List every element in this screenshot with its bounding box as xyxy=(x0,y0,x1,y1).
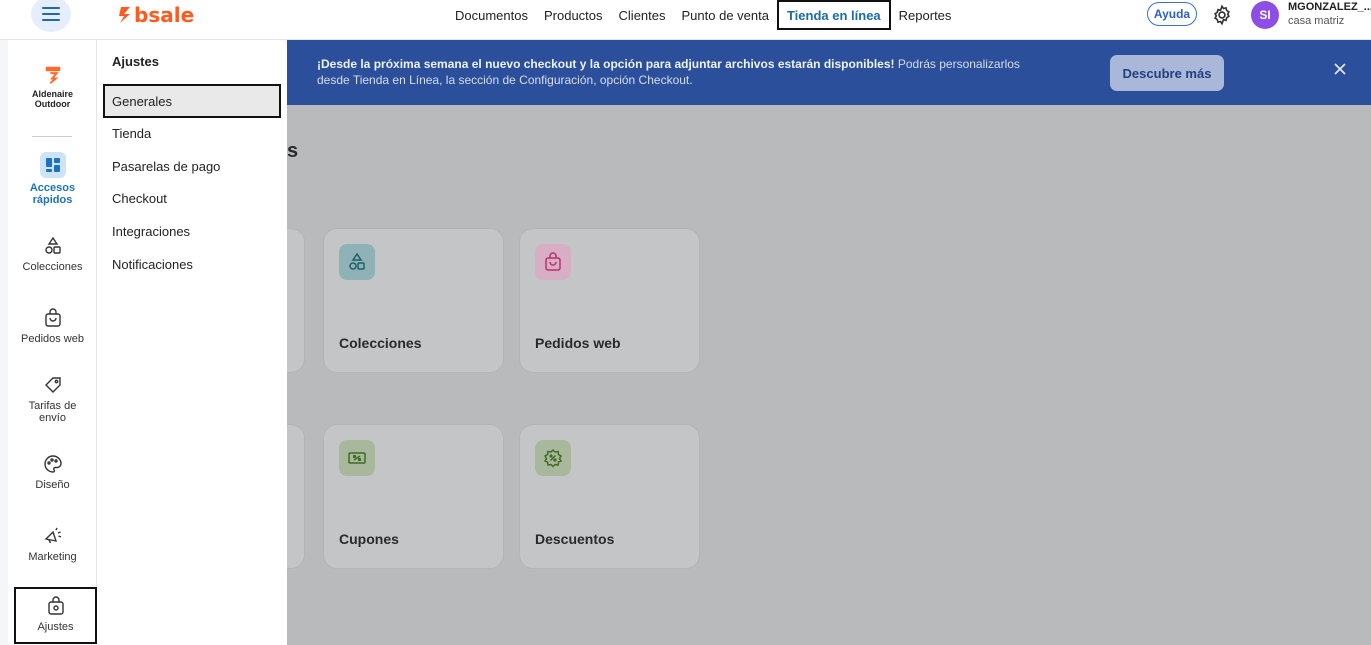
nav-reportes[interactable]: Reportes xyxy=(891,0,960,30)
palette-icon xyxy=(43,455,62,473)
card-label: Colecciones xyxy=(339,335,422,351)
shapes-icon xyxy=(44,236,61,254)
nav-tienda-en-linea[interactable]: Tienda en línea xyxy=(776,0,891,30)
sidebar-item-ajustes[interactable]: Ajustes xyxy=(14,587,97,644)
sidebar-item-label: Accesos rápidos xyxy=(29,182,76,206)
shopping-bag-icon xyxy=(535,244,571,280)
sidebar: Aldenaire Outdoor Accesos rápidos Colecc… xyxy=(8,40,97,645)
banner-headline: ¡Desde la próxima semana el nuevo checko… xyxy=(317,57,895,71)
coupon-icon xyxy=(339,440,375,476)
sidebar-item-diseno[interactable]: Diseño xyxy=(8,454,97,491)
sidebar-item-accesos-rapidos[interactable]: Accesos rápidos xyxy=(8,152,97,206)
banner-text: ¡Desde la próxima semana el nuevo checko… xyxy=(317,56,1037,88)
sidebar-item-label: Marketing xyxy=(28,551,77,563)
settings-submenu: Ajustes Generales Tienda Pasarelas de pa… xyxy=(97,40,287,645)
store-name-line2: Outdoor xyxy=(34,99,71,109)
avatar[interactable]: SI xyxy=(1251,1,1279,29)
store-selector[interactable]: Aldenaire Outdoor xyxy=(8,64,97,109)
card-label: Descuentos xyxy=(535,531,615,547)
shortcut-card-descuentos[interactable]: Descuentos xyxy=(519,424,700,569)
nav-punto-de-venta[interactable]: Punto de venta xyxy=(674,0,777,30)
sidebar-item-label: Ajustes xyxy=(37,621,74,633)
page-title-fragment: s xyxy=(287,140,299,162)
store-name-line1: Aldenaire xyxy=(31,89,73,99)
top-bar: bsale Documentos Productos Clientes Punt… xyxy=(0,0,1371,40)
main-content-overlay: s Colecciones Pedidos web Cupones Descue… xyxy=(277,105,1371,645)
help-button[interactable]: Ayuda xyxy=(1147,2,1197,26)
bsale-mark-icon xyxy=(119,7,130,23)
card-label: Cupones xyxy=(339,531,399,547)
submenu-item-pasarelas-de-pago[interactable]: Pasarelas de pago xyxy=(112,159,220,174)
grid-icon xyxy=(39,152,66,178)
nav-productos[interactable]: Productos xyxy=(536,0,611,30)
nav-documentos[interactable]: Documentos xyxy=(447,0,536,30)
sidebar-item-label: Colecciones xyxy=(22,261,83,273)
store-icon xyxy=(45,66,60,84)
sidebar-item-label: Diseño xyxy=(35,479,70,491)
submenu-item-generales[interactable]: Generales xyxy=(103,84,281,118)
submenu-item-checkout[interactable]: Checkout xyxy=(112,191,167,206)
sidebar-divider xyxy=(32,136,72,137)
user-name[interactable]: MGONZALEZ_... xyxy=(1288,1,1371,13)
sidebar-item-label: Pedidos web xyxy=(21,333,84,345)
discount-badge-icon xyxy=(535,440,571,476)
bsale-logo[interactable]: bsale xyxy=(118,3,194,27)
megaphone-icon xyxy=(44,527,61,544)
tag-icon xyxy=(44,377,61,393)
shortcut-card-pedidos-web[interactable]: Pedidos web xyxy=(519,228,700,373)
bag-settings-icon xyxy=(47,596,64,615)
main-nav: Documentos Productos Clientes Punto de v… xyxy=(447,0,959,30)
gear-icon[interactable] xyxy=(1211,4,1233,26)
submenu-item-notificaciones[interactable]: Notificaciones xyxy=(112,257,193,272)
shortcut-card-colecciones[interactable]: Colecciones xyxy=(323,228,504,373)
announcement-banner: ¡Desde la próxima semana el nuevo checko… xyxy=(287,40,1371,105)
card-label: Pedidos web xyxy=(535,335,621,351)
submenu-item-integraciones[interactable]: Integraciones xyxy=(112,224,190,239)
sidebar-item-label: Tarifas de envío xyxy=(28,400,77,424)
menu-toggle-button[interactable] xyxy=(31,0,71,32)
hamburger-icon xyxy=(42,7,60,21)
shapes-icon xyxy=(339,244,375,280)
sidebar-item-tarifas-de-envio[interactable]: Tarifas de envío xyxy=(8,375,97,424)
submenu-title: Ajustes xyxy=(112,54,159,69)
sidebar-item-marketing[interactable]: Marketing xyxy=(8,526,97,563)
logo-text: bsale xyxy=(134,3,195,27)
submenu-item-tienda[interactable]: Tienda xyxy=(112,126,151,141)
discover-more-button[interactable]: Descubre más xyxy=(1110,55,1224,91)
sidebar-item-colecciones[interactable]: Colecciones xyxy=(8,236,97,273)
close-icon[interactable] xyxy=(1333,62,1347,76)
sidebar-item-pedidos-web[interactable]: Pedidos web xyxy=(8,308,97,345)
nav-clientes[interactable]: Clientes xyxy=(611,0,674,30)
user-branch: casa matriz xyxy=(1288,15,1345,27)
shortcut-card-cupones[interactable]: Cupones xyxy=(323,424,504,569)
shopping-bag-icon xyxy=(44,308,61,327)
